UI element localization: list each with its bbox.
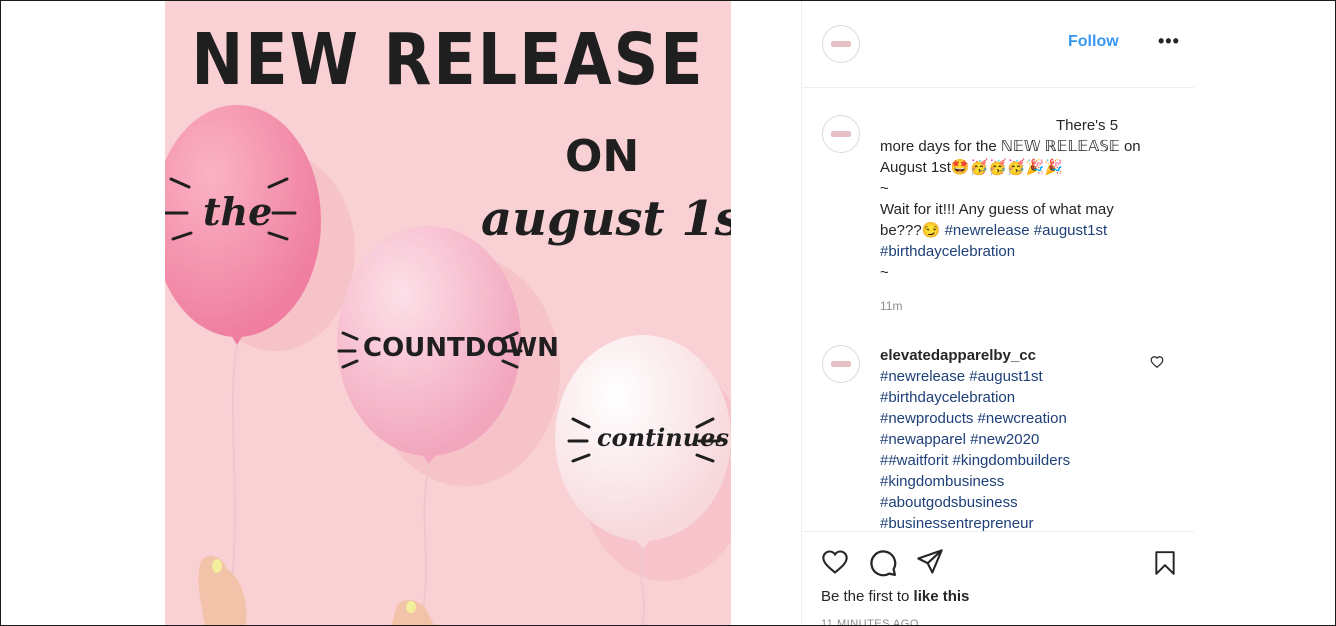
- post-header: Follow •••: [802, 1, 1194, 88]
- hashtag-link[interactable]: #newrelease: [945, 222, 1030, 239]
- post-frame: NEW RELEASE ON august 1st the COUNTDOWN …: [0, 0, 1336, 626]
- hashtag-line[interactable]: #birthdaycelebration: [880, 387, 1150, 408]
- hashtag-link[interactable]: #august1st: [1034, 222, 1107, 239]
- post-side-panel: Follow ••• There's 5 more days for the ℕ…: [801, 1, 1194, 625]
- avatar[interactable]: [822, 115, 860, 153]
- more-options-icon[interactable]: •••: [1158, 31, 1180, 52]
- comments-section[interactable]: There's 5 more days for the ℕ𝔼𝕎 ℝ𝔼𝕃𝔼𝔸𝕊𝔼 …: [802, 87, 1194, 531]
- on-text: ON: [565, 131, 640, 182]
- hashtag-line[interactable]: ##waitforit #kingdombuilders: [880, 450, 1150, 471]
- caption-timestamp[interactable]: 11m: [880, 299, 902, 313]
- hashtag-line[interactable]: #aboutgodsbusiness: [880, 492, 1150, 513]
- headline-text: NEW RELEASE: [191, 17, 705, 102]
- caption-line: Wait for it!!! Any guess of what may: [880, 201, 1114, 218]
- like-this-link[interactable]: like this: [914, 588, 970, 605]
- likes-summary: Be the first to like this: [821, 588, 970, 605]
- logo-mark: [831, 131, 851, 137]
- hashtag-line[interactable]: #newrelease #august1st: [880, 366, 1150, 387]
- comment-icon[interactable]: [868, 548, 898, 578]
- caption-line: more days for the ℕ𝔼𝕎 ℝ𝔼𝕃𝔼𝔸𝕊𝔼 on: [880, 138, 1141, 155]
- post-image: NEW RELEASE ON august 1st the COUNTDOWN …: [165, 1, 731, 625]
- balloon-word-countdown: COUNTDOWN: [363, 333, 559, 363]
- hashtag-line[interactable]: #kingdombusiness: [880, 471, 1150, 492]
- share-icon[interactable]: [916, 548, 944, 576]
- heart-icon[interactable]: [1150, 355, 1164, 369]
- caption-line: August 1st🤩🥳🥳🥳🎉🎉: [880, 159, 1063, 176]
- caption-line: ~: [880, 180, 889, 197]
- logo-mark: [831, 361, 851, 367]
- caption-line: #birthdaycelebration: [880, 241, 1180, 262]
- caption-line: There's 5: [1056, 117, 1119, 134]
- post-timestamp[interactable]: 11 MINUTES AGO: [821, 618, 919, 625]
- logo-mark: [831, 41, 851, 47]
- avatar[interactable]: [822, 345, 860, 383]
- post-actions: Be the first to like this 11 MINUTES AGO: [802, 531, 1194, 625]
- comment-text: elevatedapparelby_cc #newrelease #august…: [880, 345, 1150, 531]
- stylized-text: ℕ𝔼𝕎 ℝ𝔼𝕃𝔼𝔸𝕊𝔼: [1000, 138, 1120, 155]
- caption-line: ~: [880, 264, 889, 281]
- hashtag-line[interactable]: #businessentrepreneur: [880, 513, 1150, 531]
- caption-line: be???😏 #newrelease #august1st: [880, 222, 1108, 239]
- comment-username[interactable]: elevatedapparelby_cc: [880, 345, 1150, 366]
- balloon-word-the: the: [203, 189, 273, 234]
- heart-icon[interactable]: [820, 548, 850, 576]
- hand: [198, 555, 247, 625]
- bookmark-icon[interactable]: [1152, 548, 1178, 578]
- date-text: august 1st: [481, 191, 731, 247]
- hashtag-line[interactable]: #newproducts #newcreation: [880, 408, 1150, 429]
- avatar[interactable]: [822, 25, 860, 63]
- hashtag-line[interactable]: #newapparel #new2020: [880, 429, 1150, 450]
- caption-text: There's 5 more days for the ℕ𝔼𝕎 ℝ𝔼𝕃𝔼𝔸𝕊𝔼 …: [880, 115, 1180, 283]
- follow-button[interactable]: Follow: [1068, 33, 1119, 51]
- hashtag-link[interactable]: #birthdaycelebration: [880, 243, 1015, 260]
- balloon-word-continues: continues: [597, 423, 729, 452]
